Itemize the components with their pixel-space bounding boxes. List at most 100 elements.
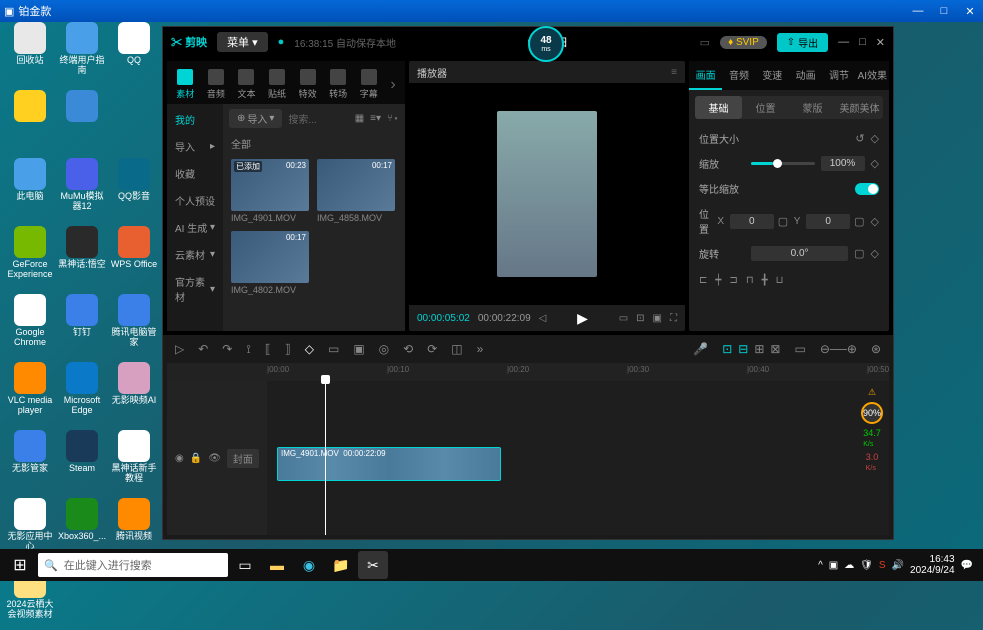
fullscreen-icon[interactable]: ⛶	[670, 313, 677, 324]
os-close-button[interactable]: ✕	[961, 5, 979, 18]
taskbar-jianying-icon[interactable]: ✂	[358, 551, 388, 579]
inspector-tab[interactable]: AI效果	[856, 61, 889, 90]
inspector-subtab[interactable]: 位置	[742, 96, 789, 119]
os-minimize-button[interactable]: —	[909, 5, 927, 18]
start-button[interactable]: ⊞	[4, 551, 36, 579]
hide-icon[interactable]: 👁	[208, 453, 221, 464]
taskbar-edge-icon[interactable]: ◉	[294, 551, 324, 579]
source-tab[interactable]: 音频	[202, 65, 231, 104]
speed-icon[interactable]: ⟳	[427, 342, 437, 356]
lock-icon[interactable]: 🔒	[190, 453, 202, 464]
play-button[interactable]: ▶	[577, 310, 588, 327]
desktop-icon[interactable]: QQ	[110, 22, 158, 86]
sidenav-official[interactable]: 官方素材▾	[167, 272, 223, 306]
desktop-icon[interactable]: 无影映频AI	[110, 362, 158, 426]
split-icon[interactable]: ⟟	[246, 342, 250, 357]
snap-1-icon[interactable]: ⊡	[722, 342, 732, 356]
desktop-icon[interactable]: Steam	[58, 430, 106, 494]
scale-value[interactable]: 100%	[821, 156, 865, 171]
export-button[interactable]: ⇧ 导出	[777, 33, 828, 52]
safe-area-icon[interactable]: ▣	[653, 313, 662, 324]
tray-up-icon[interactable]: ^	[818, 560, 823, 571]
track-toggle-icon[interactable]: ▭	[794, 342, 805, 356]
scale-keyframe-icon[interactable]: ◇	[871, 157, 879, 170]
redo-icon[interactable]: ↷	[222, 342, 232, 356]
align-top-icon[interactable]: ⊓	[746, 275, 754, 286]
timeline-ruler[interactable]: |00:00|00:10|00:20|00:30|00:40|00:50	[167, 363, 889, 381]
playhead[interactable]	[325, 381, 326, 535]
snap-4-icon[interactable]: ⊠	[770, 342, 780, 356]
app-minimize-button[interactable]: —	[838, 36, 849, 49]
media-clip[interactable]: 00:17IMG_4802.MOV	[231, 231, 309, 295]
keyframe-icon[interactable]: ◇	[871, 132, 879, 145]
timeline-tracks[interactable]: ◉ 🔒 👁 封面 IMG_4901.MOV 00:00:22:09 ⚠ 90% …	[167, 381, 889, 535]
tray-app-icon[interactable]: ▣	[829, 560, 838, 571]
app-maximize-button[interactable]: □	[859, 36, 866, 49]
align-left-icon[interactable]: ⊏	[699, 275, 707, 286]
snap-3-icon[interactable]: ⊞	[754, 342, 764, 356]
align-bottom-icon[interactable]: ⊔	[776, 275, 784, 286]
freeze-icon[interactable]: ◎	[379, 342, 389, 356]
sidenav-ai[interactable]: AI 生成▾	[167, 218, 223, 237]
timeline-clip[interactable]: IMG_4901.MOV 00:00:22:09	[277, 447, 501, 481]
sort-icon[interactable]: ≡▾	[370, 113, 381, 124]
rotate-stepper-icon[interactable]: ▢	[854, 247, 864, 260]
source-tab[interactable]: 贴纸	[263, 65, 292, 104]
snap-2-icon[interactable]: ⊟	[738, 342, 748, 356]
filter-all[interactable]: 全部	[223, 132, 405, 155]
rotate-value[interactable]: 0.0°	[751, 246, 848, 261]
sidenav-cloud[interactable]: 云素材▾	[167, 245, 223, 264]
desktop-icon[interactable]: 回收站	[6, 22, 54, 86]
desktop-icon[interactable]: 钉钉	[58, 294, 106, 358]
align-right-icon[interactable]: ⊐	[729, 275, 737, 286]
desktop-icon[interactable]: 黑神话新手教程	[110, 430, 158, 494]
filter-icon[interactable]: ⑂▾	[387, 113, 399, 124]
tabs-next-icon[interactable]: ›	[385, 65, 401, 104]
app-close-button[interactable]: ✕	[876, 36, 885, 49]
desktop-icon[interactable]: Microsoft Edge	[58, 362, 106, 426]
x-value[interactable]: 0	[730, 214, 774, 229]
inspector-subtab[interactable]: 蒙版	[789, 96, 836, 119]
align-vcenter-icon[interactable]: ╋	[762, 275, 768, 286]
y-stepper-icon[interactable]: ▢	[854, 215, 864, 228]
mute-icon[interactable]: ◉	[175, 453, 184, 464]
media-clip[interactable]: 00:17IMG_4858.MOV	[317, 159, 395, 223]
zoom-slider-icon[interactable]: ⊖──⊕	[820, 342, 857, 356]
crop-icon[interactable]: ⊡	[636, 313, 644, 324]
trim-right-icon[interactable]: ⟧	[285, 342, 291, 356]
search-input[interactable]: 搜索...	[288, 111, 348, 126]
notifications-icon[interactable]: 💬	[961, 560, 973, 571]
tray-shield-icon[interactable]: 🛡	[860, 560, 873, 571]
taskbar-explorer-icon[interactable]: ▬	[262, 551, 292, 579]
delete-icon[interactable]: ▭	[328, 342, 339, 356]
tray-ime-icon[interactable]: S	[879, 560, 886, 571]
desktop-icon[interactable]: 此电脑	[6, 158, 54, 222]
menu-button[interactable]: 菜单 ▾	[217, 32, 268, 52]
inspector-tab[interactable]: 画面	[689, 61, 722, 90]
cover-button[interactable]: 封面	[227, 449, 259, 468]
source-tab[interactable]: 特效	[293, 65, 322, 104]
source-tab[interactable]: 字幕	[354, 65, 383, 104]
inspector-tab[interactable]: 调节	[822, 61, 855, 90]
align-hcenter-icon[interactable]: ┿	[715, 275, 721, 286]
more-icon[interactable]: »	[477, 342, 484, 356]
desktop-icon[interactable]: 黑神话:悟空	[58, 226, 106, 290]
inspector-tab[interactable]: 动画	[789, 61, 822, 90]
desktop-icon[interactable]: 无影管家	[6, 430, 54, 494]
sidenav-favorite[interactable]: 收藏	[167, 164, 223, 183]
inspector-tab[interactable]: 变速	[756, 61, 789, 90]
ratio-icon[interactable]: ▭	[619, 313, 628, 324]
desktop-icon[interactable]	[110, 90, 158, 154]
taskbar-clock[interactable]: 16:432024/9/24	[910, 554, 955, 576]
y-value[interactable]: 0	[806, 214, 850, 229]
desktop-icon[interactable]: VLC media player	[6, 362, 54, 426]
source-tab[interactable]: 素材	[171, 65, 200, 104]
desktop-icon[interactable]: GeForce Experience	[6, 226, 54, 290]
inspector-tab[interactable]: 音频	[722, 61, 755, 90]
trim-left-icon[interactable]: ⟦	[265, 342, 271, 356]
inspector-subtab[interactable]: 美颜美体	[836, 96, 883, 119]
x-stepper-icon[interactable]: ▢	[778, 215, 788, 228]
os-maximize-button[interactable]: □	[935, 5, 953, 18]
inspector-subtab[interactable]: 基础	[695, 96, 742, 119]
tray-cloud-icon[interactable]: ☁	[844, 560, 854, 571]
